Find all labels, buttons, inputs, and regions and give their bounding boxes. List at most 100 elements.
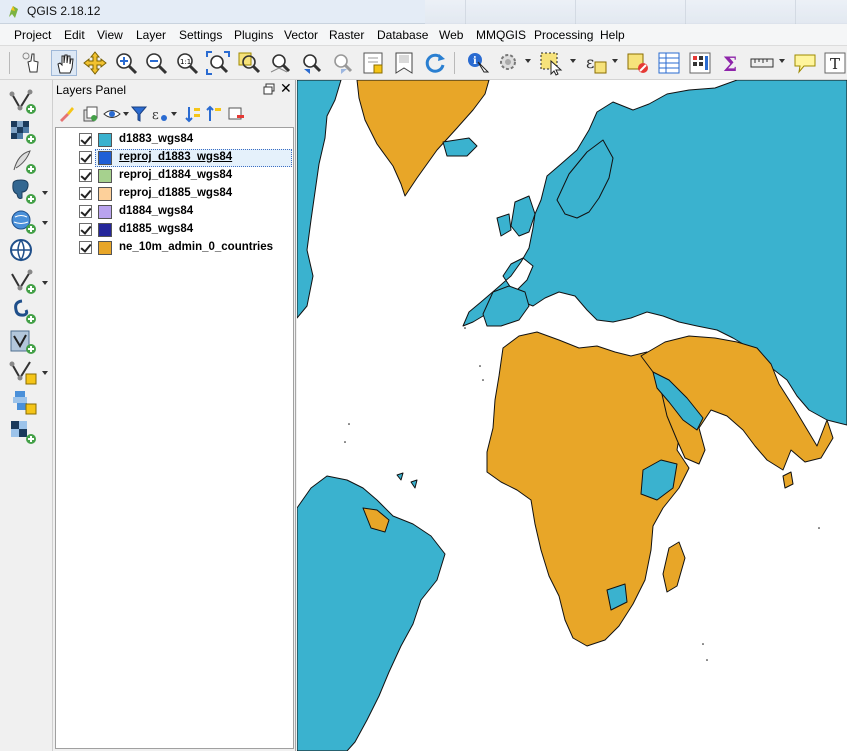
zoom-out-icon[interactable]	[143, 50, 169, 76]
add-postgis-layer-icon[interactable]	[8, 178, 38, 206]
measure-line-icon[interactable]	[749, 50, 775, 76]
layer-row[interactable]: d1883_wgs84	[56, 131, 293, 149]
statistical-summary-icon[interactable]: Σ	[718, 50, 744, 76]
menu-plugins[interactable]: Plugins	[234, 28, 273, 42]
layer-symbol-swatch[interactable]	[98, 241, 112, 255]
dropdown-arrow-icon[interactable]	[123, 112, 129, 116]
add-wms-layer-icon[interactable]	[8, 238, 38, 266]
pan-to-selection-icon[interactable]	[82, 50, 108, 76]
dropdown-arrow-icon[interactable]	[42, 371, 48, 375]
refresh-icon[interactable]	[422, 50, 448, 76]
map-canvas[interactable]	[297, 80, 847, 751]
float-panel-icon[interactable]	[263, 83, 275, 95]
layer-visibility-checkbox[interactable]	[79, 223, 92, 236]
new-map-view-icon[interactable]	[360, 50, 386, 76]
add-vector-layer-icon[interactable]	[8, 88, 38, 116]
select-features-icon[interactable]	[538, 50, 564, 76]
zoom-next-icon[interactable]	[329, 50, 355, 76]
new-shapefile-layer-icon[interactable]	[8, 358, 38, 386]
layer-row[interactable]: reproj_d1884_wgs84	[56, 167, 293, 185]
map-tips-icon[interactable]	[792, 50, 818, 76]
dropdown-arrow-icon[interactable]	[42, 191, 48, 195]
layer-visibility-checkbox[interactable]	[79, 205, 92, 218]
layer-name: reproj_d1885_wgs84	[119, 187, 233, 199]
zoom-to-layer-icon[interactable]	[267, 50, 293, 76]
menu-view[interactable]: View	[97, 28, 123, 42]
manage-map-themes-icon[interactable]	[103, 105, 121, 123]
dropdown-arrow-icon[interactable]	[42, 221, 48, 225]
layer-symbol-swatch[interactable]	[98, 223, 112, 237]
remove-layer-icon[interactable]	[227, 105, 245, 123]
layer-row[interactable]: d1885_wgs84	[56, 221, 293, 239]
layer-symbol-swatch[interactable]	[98, 151, 112, 165]
dropdown-arrow-icon[interactable]	[570, 59, 576, 63]
identify-features-icon[interactable]: i	[465, 50, 491, 76]
world-map[interactable]	[297, 80, 847, 751]
layer-name: reproj_d1883_wgs84	[119, 151, 233, 163]
menu-vector[interactable]: Vector	[284, 28, 318, 42]
menu-help[interactable]: Help	[600, 28, 625, 42]
dropdown-arrow-icon[interactable]	[525, 59, 531, 63]
menu-raster[interactable]: Raster	[329, 28, 364, 42]
filter-legend-icon[interactable]	[130, 105, 148, 123]
zoom-to-selection-icon[interactable]	[236, 50, 262, 76]
layer-row[interactable]: d1884_wgs84	[56, 203, 293, 221]
add-delimited-text-layer-icon[interactable]	[8, 148, 38, 176]
pan-map-icon[interactable]	[51, 50, 77, 76]
add-virtual-layer-icon[interactable]	[8, 328, 38, 356]
menu-processing[interactable]: Processing	[534, 28, 593, 42]
layer-visibility-checkbox[interactable]	[79, 241, 92, 254]
new-geopackage-layer-icon[interactable]	[8, 388, 38, 416]
bookmark-icon[interactable]	[391, 50, 417, 76]
zoom-in-icon[interactable]	[113, 50, 139, 76]
menu-layer[interactable]: Layer	[136, 28, 166, 42]
select-by-expression-icon[interactable]: ε	[583, 50, 609, 76]
zoom-last-icon[interactable]	[298, 50, 324, 76]
layer-name: ne_10m_admin_0_countries	[119, 241, 274, 253]
zoom-native-resolution-icon[interactable]: 1:1	[174, 50, 200, 76]
layer-symbol-swatch[interactable]	[98, 187, 112, 201]
touch-zoom-pan-icon[interactable]	[20, 50, 46, 76]
layer-name: d1883_wgs84	[119, 133, 194, 145]
layer-symbol-swatch[interactable]	[98, 133, 112, 147]
layer-visibility-checkbox[interactable]	[79, 133, 92, 146]
open-layer-styling-icon[interactable]	[58, 105, 76, 123]
dropdown-arrow-icon[interactable]	[171, 112, 177, 116]
close-panel-icon[interactable]: ✕	[280, 81, 292, 95]
deselect-features-icon[interactable]	[625, 50, 651, 76]
toolbar-separator	[454, 52, 455, 74]
layer-visibility-checkbox[interactable]	[79, 169, 92, 182]
zoom-full-icon[interactable]	[205, 50, 231, 76]
dropdown-arrow-icon[interactable]	[612, 59, 618, 63]
add-wfs-layer-icon[interactable]	[8, 268, 38, 296]
text-annotation-icon[interactable]: T	[822, 50, 847, 76]
filter-by-expression-icon[interactable]: ε	[151, 105, 169, 123]
layer-row-selected[interactable]: reproj_d1883_wgs84	[56, 149, 293, 167]
layer-symbol-swatch[interactable]	[98, 169, 112, 183]
dropdown-arrow-icon[interactable]	[779, 59, 785, 63]
menu-mmqgis[interactable]: MMQGIS	[476, 28, 526, 42]
dropdown-arrow-icon[interactable]	[42, 281, 48, 285]
layer-symbol-swatch[interactable]	[98, 205, 112, 219]
layer-visibility-checkbox[interactable]	[79, 151, 92, 164]
add-spatialite-layer-icon[interactable]	[8, 208, 38, 236]
add-wcs-layer-icon[interactable]	[8, 298, 38, 326]
run-feature-action-icon[interactable]	[496, 50, 522, 76]
layer-row[interactable]: reproj_d1885_wgs84	[56, 185, 293, 203]
add-oracle-layer-icon[interactable]	[8, 418, 38, 446]
menu-database[interactable]: Database	[377, 28, 428, 42]
menu-web[interactable]: Web	[439, 28, 463, 42]
layer-name: d1884_wgs84	[119, 205, 194, 217]
collapse-all-icon[interactable]	[205, 105, 223, 123]
menu-project[interactable]: Project	[14, 28, 51, 42]
expand-all-icon[interactable]	[184, 105, 202, 123]
layer-visibility-checkbox[interactable]	[79, 187, 92, 200]
layer-row[interactable]: ne_10m_admin_0_countries	[56, 239, 293, 257]
toolbar-grip	[9, 52, 10, 74]
attribute-table-icon[interactable]	[656, 50, 682, 76]
menu-settings[interactable]: Settings	[179, 28, 222, 42]
add-raster-layer-icon[interactable]	[8, 118, 38, 146]
field-calculator-icon[interactable]	[687, 50, 713, 76]
menu-edit[interactable]: Edit	[64, 28, 85, 42]
add-group-icon[interactable]	[81, 105, 99, 123]
